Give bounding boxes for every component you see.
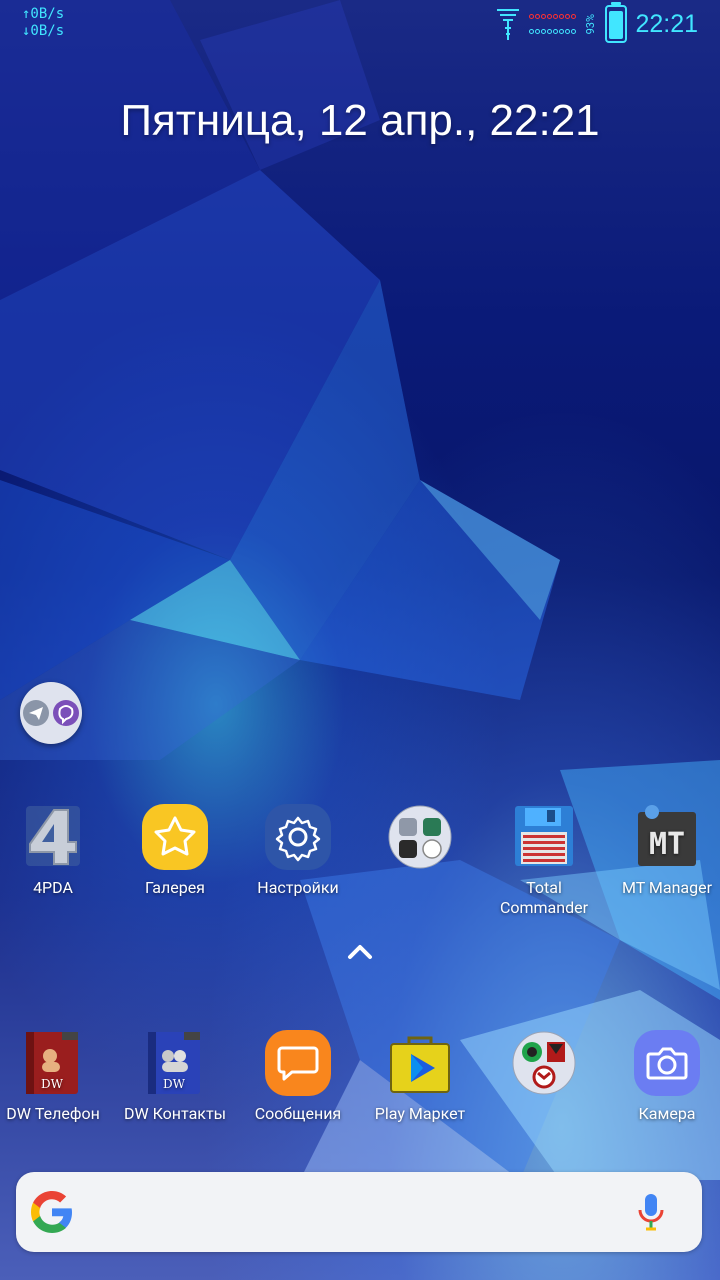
app-gallery[interactable]: Галерея [115,804,235,898]
signal-indicator [529,14,577,34]
viber-icon [53,700,79,726]
status-clock: 22:21 [635,9,698,38]
app-total-commander[interactable]: Total Commander [484,804,604,918]
app-label: Play Маркет [374,1104,466,1123]
microphone-icon[interactable] [636,1192,666,1232]
app-4pda[interactable]: 4PDA [0,804,113,898]
app-label: 4PDA [33,878,73,897]
app-label: Настройки [257,878,339,897]
status-bar-right: 93% 22:21 [495,2,698,44]
battery-percent: 93% [584,13,598,35]
google-search-bar[interactable] [16,1172,702,1252]
app-label: Камера [638,1104,696,1123]
dock-dw-phone[interactable]: DW DW Телефон [0,1030,113,1124]
app-settings[interactable]: Настройки [238,804,358,898]
folder-icon [387,804,453,870]
app-label: Сообщения [254,1104,342,1123]
dock-messages[interactable]: Сообщения [238,1030,358,1124]
dock-play-market[interactable]: Play Маркет [360,1030,480,1124]
svg-text:MT: MT [649,827,685,862]
app-label: MT Manager [621,878,713,897]
svg-text:DW: DW [41,1077,64,1091]
floppy-disk-icon [511,804,577,870]
date-time-widget[interactable]: Пятница, 12 апр., 22:21 [0,96,720,146]
google-icon[interactable] [28,1188,76,1236]
messages-icon [265,1030,331,1096]
battery-icon [605,2,628,43]
download-speed: ↓0B/s [22,23,65,39]
messenger-folder[interactable] [20,682,82,744]
dock-folder[interactable] [484,1030,604,1104]
app-mt-manager[interactable]: MT MT Manager [607,804,720,898]
dw-phone-icon: DW [20,1030,86,1096]
chevron-up-icon[interactable] [345,938,375,964]
mt-manager-icon: MT [634,804,700,870]
gallery-icon [142,804,208,870]
play-market-icon [387,1030,453,1096]
dw-contacts-icon: DW [142,1030,208,1096]
battery-level [609,11,624,39]
app-label: Галерея [145,878,205,897]
app-label: DW Контакты [123,1104,227,1123]
svg-text:DW: DW [163,1077,186,1091]
app-folder-tools[interactable] [360,804,480,878]
wifi-tower-icon [497,9,520,40]
app-label: Total Commander [499,878,589,917]
app-label: DW Телефон [6,1104,100,1123]
camera-icon [634,1030,700,1096]
4pda-icon [20,804,86,870]
dock-camera[interactable]: Камера [607,1030,720,1124]
upload-speed: ↑0B/s [22,6,65,22]
folder-icon [511,1030,577,1096]
dock-dw-contacts[interactable]: DW DW Контакты [115,1030,235,1124]
network-speed-indicator: ↑0B/s ↓0B/s [22,6,64,40]
settings-icon [265,804,331,870]
